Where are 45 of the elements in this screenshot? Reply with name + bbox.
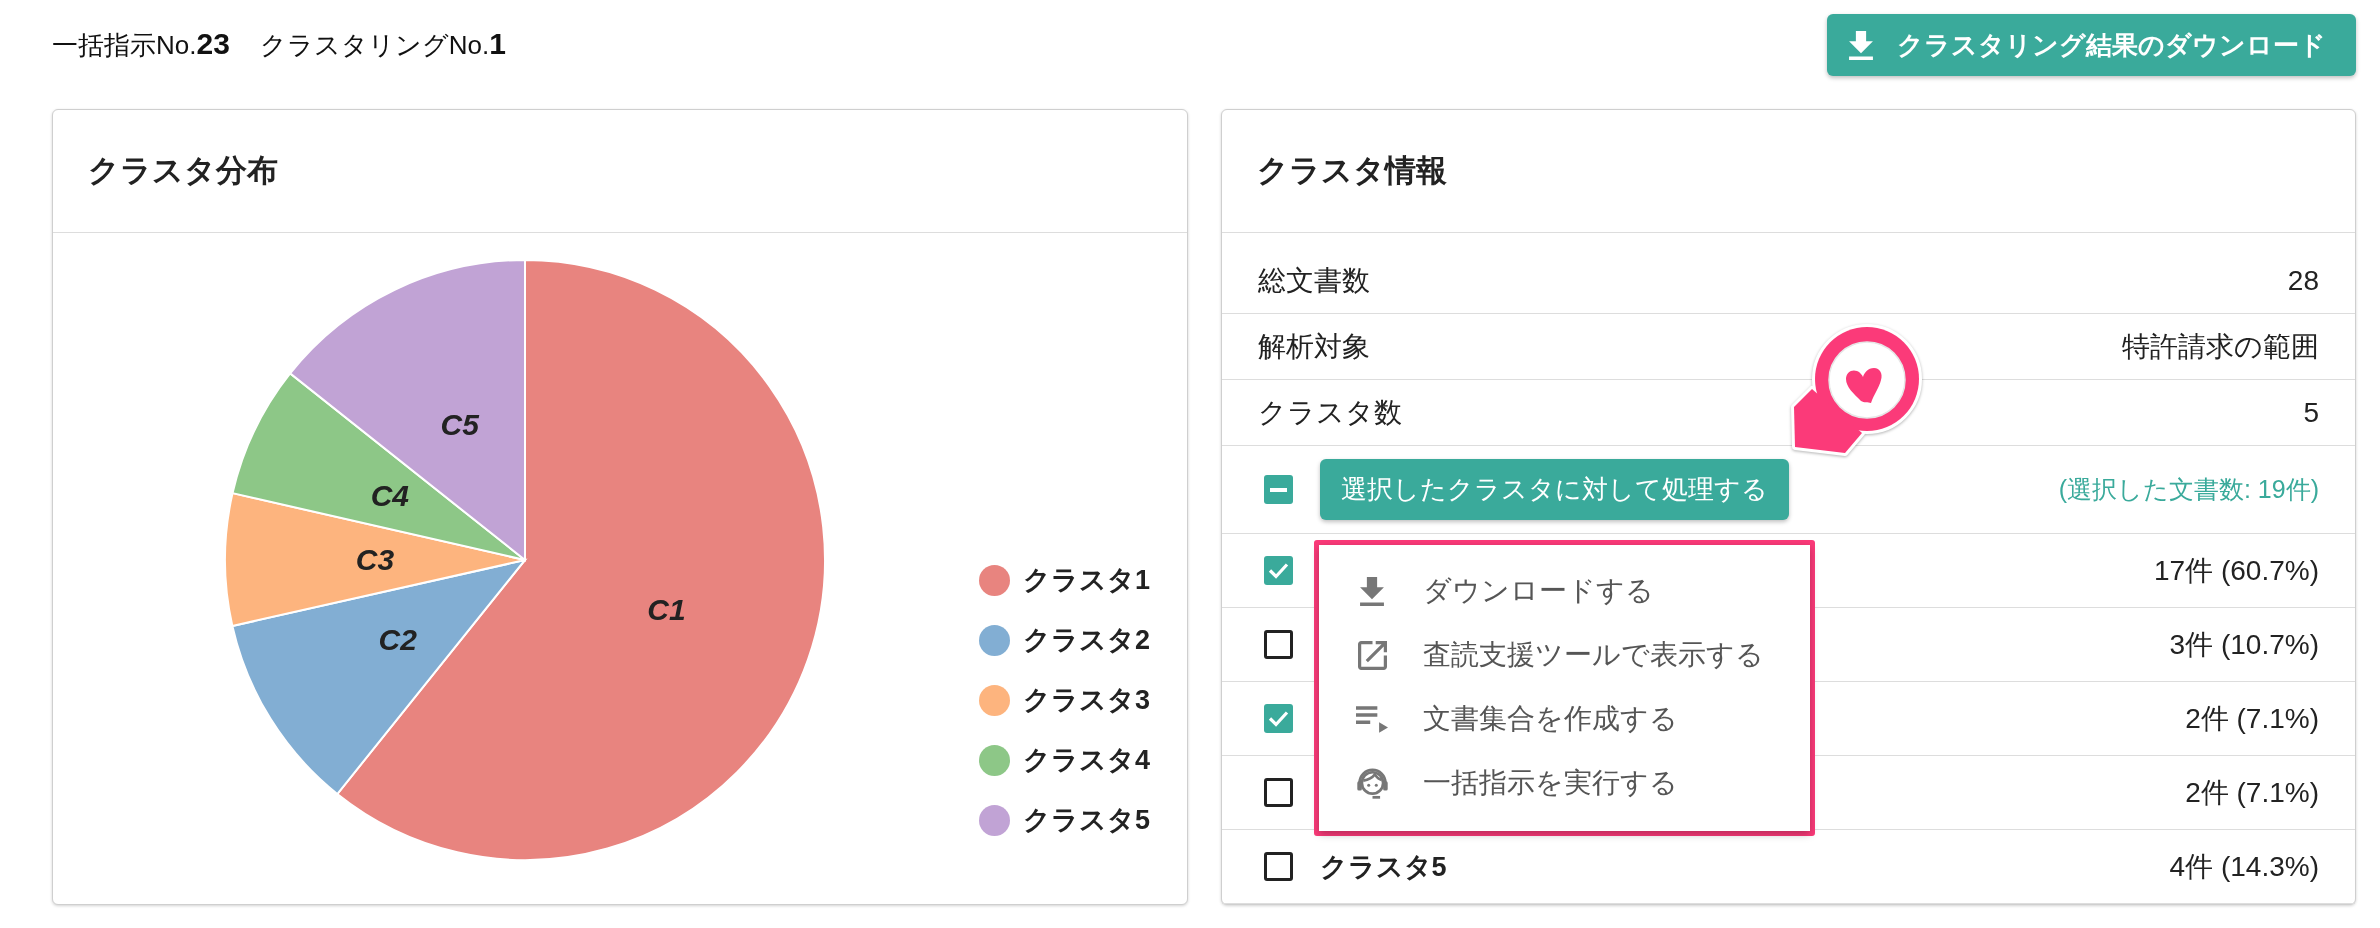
checkmark-icon xyxy=(1267,562,1289,579)
batch-number-label: 一括指示No.23 xyxy=(52,27,230,62)
minus-icon xyxy=(1269,487,1287,492)
menu-item[interactable]: 査読支援ツールで表示する xyxy=(1318,623,1810,687)
legend-label: クラスタ2 xyxy=(1023,624,1151,657)
stat-label: クラスタ数 xyxy=(1257,395,1402,430)
card-title: クラスタ情報 xyxy=(1256,152,1447,190)
slice-label: C1 xyxy=(647,593,686,627)
menu-item[interactable]: 一括指示を実行する xyxy=(1318,751,1810,815)
cluster-count: 2件 (7.1%) xyxy=(2185,775,2319,810)
download-icon xyxy=(1360,576,1384,606)
card-title: クラスタ分布 xyxy=(88,152,278,190)
legend-label: クラスタ5 xyxy=(1023,804,1151,837)
menu-item[interactable]: 文書集合を作成する xyxy=(1318,687,1810,751)
stat-label: 解析対象 xyxy=(1257,329,1370,364)
clustering-number-label: クラスタリングNo.1 xyxy=(259,27,506,62)
cluster-checkbox[interactable] xyxy=(1263,778,1293,807)
select-all-checkbox[interactable] xyxy=(1263,475,1293,504)
stat-value: 5 xyxy=(2303,396,2319,429)
legend-label: クラスタ4 xyxy=(1023,744,1151,777)
stat-value: 特許請求の範囲 xyxy=(2122,329,2319,364)
slice-label: C3 xyxy=(355,543,395,577)
slice-label: C2 xyxy=(378,622,417,656)
slice-label: C5 xyxy=(440,408,479,442)
external-link-icon xyxy=(1357,640,1387,670)
headset-icon xyxy=(1355,767,1389,799)
stat-label: 総文書数 xyxy=(1257,263,1370,298)
cluster-checkbox[interactable] xyxy=(1263,704,1293,733)
cluster-checkbox[interactable] xyxy=(1263,556,1293,585)
playlist-icon xyxy=(1356,705,1388,733)
cluster-count: 3件 (10.7%) xyxy=(2169,627,2319,662)
cluster-checkbox[interactable] xyxy=(1263,630,1293,659)
menu-item[interactable]: ダウンロードする xyxy=(1318,559,1810,623)
cluster-name: クラスタ5 xyxy=(1319,850,1447,884)
cluster-count: 4件 (14.3%) xyxy=(2169,849,2319,884)
cluster-count: 17件 (60.7%) xyxy=(2154,553,2319,588)
stat-value: 28 xyxy=(2287,264,2319,297)
selected-count-label: (選択した文書数: 19件) xyxy=(2058,474,2319,505)
legend-label: クラスタ1 xyxy=(1023,564,1151,597)
checkmark-icon xyxy=(1267,710,1289,727)
legend-label: クラスタ3 xyxy=(1023,684,1151,717)
download-icon xyxy=(1849,30,1873,60)
slice-label: C4 xyxy=(370,478,409,512)
cluster-checkbox[interactable] xyxy=(1263,852,1293,881)
cluster-count: 2件 (7.1%) xyxy=(2185,701,2319,736)
